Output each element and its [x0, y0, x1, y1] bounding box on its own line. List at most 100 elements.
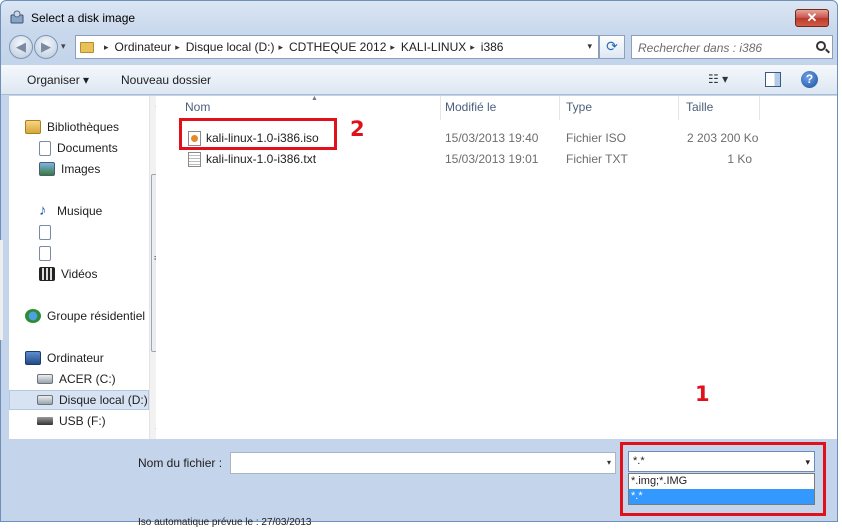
highlight-box-iso-file: [179, 118, 337, 150]
filename-dropdown-icon[interactable]: ▾: [607, 458, 611, 467]
back-arrow-icon: ◀: [16, 39, 26, 54]
content-area: Bibliothèques Documents Images ♪ Musique: [9, 95, 837, 439]
search-placeholder: Rechercher dans : i386: [638, 41, 763, 55]
column-divider[interactable]: [440, 96, 441, 120]
music-icon: ♪: [39, 201, 47, 219]
sort-ascending-icon: ▲: [311, 95, 318, 102]
column-header-size[interactable]: Taille: [686, 100, 713, 114]
address-dropdown-icon[interactable]: ▾: [587, 41, 592, 52]
sidebar-item-label: Vidéos: [61, 267, 98, 281]
annotation-marker-1: 1: [695, 382, 710, 406]
sidebar-item-documents[interactable]: Documents: [39, 138, 118, 158]
sidebar-item-acer-c[interactable]: ACER (C:): [37, 369, 116, 389]
forward-arrow-icon: ▶: [41, 39, 51, 54]
filename-input[interactable]: ▾: [230, 452, 616, 474]
breadcrumb-separator-icon[interactable]: ▸: [175, 42, 180, 53]
document-icon: [39, 245, 51, 261]
address-bar[interactable]: ▸ Ordinateur ▸ Disque local (D:) ▸ CDTHE…: [75, 35, 599, 59]
sidebar-item-label: Images: [61, 162, 101, 176]
window-title: Select a disk image: [31, 11, 136, 25]
column-header-name[interactable]: Nom: [185, 100, 210, 114]
forward-button[interactable]: ▶: [34, 35, 58, 59]
breadcrumb-label: Disque local (D:): [185, 40, 275, 54]
breadcrumb-label: KALI-LINUX: [400, 40, 467, 54]
search-input[interactable]: Rechercher dans : i386: [631, 35, 833, 59]
column-divider[interactable]: [759, 96, 760, 120]
breadcrumb-cdtheque[interactable]: CDTHEQUE 2012 ▸: [289, 40, 401, 54]
file-size: 2 203 200 Ko: [687, 131, 759, 145]
search-icon[interactable]: [816, 41, 826, 51]
recent-locations-dropdown-icon[interactable]: ▾: [61, 41, 66, 52]
breadcrumb-label: CDTHEQUE 2012: [289, 40, 387, 54]
sidebar-item-label: ACER (C:): [59, 372, 116, 386]
folder-icon: [80, 41, 94, 53]
drive-icon: [37, 374, 53, 384]
help-icon[interactable]: ?: [801, 71, 818, 88]
breadcrumb-disque-local[interactable]: Disque local (D:) ▸: [186, 40, 289, 54]
navigation-bar: ◀ ▶ ▾ ▸ Ordinateur ▸ Disque local (D:) ▸…: [7, 34, 833, 60]
breadcrumb-label: Ordinateur: [114, 40, 172, 54]
sidebar-item-label: Bibliothèques: [47, 120, 120, 134]
column-header-modified[interactable]: Modifié le: [445, 100, 496, 114]
document-icon: [39, 224, 51, 240]
sidebar-item-musique[interactable]: ♪ Musique: [39, 201, 102, 221]
highlight-box-file-filter: [620, 442, 826, 516]
column-divider[interactable]: [678, 96, 679, 120]
text-file-icon: [188, 152, 201, 167]
sidebar-item-groupe-residentiel[interactable]: Groupe résidentiel: [25, 306, 145, 326]
sidebar-item-disque-local-d[interactable]: Disque local (D:): [9, 390, 149, 410]
sidebar-item-obscured[interactable]: [39, 243, 57, 263]
sidebar-item-obscured[interactable]: [39, 222, 57, 242]
refresh-icon: ⟳: [606, 38, 618, 54]
app-icon: [10, 10, 24, 24]
breadcrumb-kali-linux[interactable]: KALI-LINUX ▸: [401, 40, 481, 54]
sidebar-item-usb-f[interactable]: USB (F:): [37, 411, 106, 431]
scroll-up-icon[interactable]: ▲: [154, 100, 156, 109]
file-type: Fichier ISO: [566, 131, 627, 145]
organise-menu-button[interactable]: Organiser ▾: [27, 73, 89, 87]
scrollbar-thumb[interactable]: ≡: [151, 174, 156, 352]
breadcrumb-i386[interactable]: i386: [481, 40, 504, 54]
breadcrumb-separator-icon[interactable]: ▸: [470, 42, 475, 53]
breadcrumb-label: i386: [480, 40, 504, 54]
sidebar-item-label: Disque local (D:): [59, 393, 148, 407]
breadcrumb-separator-icon[interactable]: ▸: [278, 42, 283, 53]
sidebar-item-videos[interactable]: Vidéos: [39, 264, 97, 284]
sidebar-item-bibliotheques[interactable]: Bibliothèques: [25, 117, 119, 137]
back-button[interactable]: ◀: [9, 35, 33, 59]
sidebar-item-label: USB (F:): [59, 414, 106, 428]
command-toolbar: Organiser ▾ Nouveau dossier ☷ ▾ ?: [1, 64, 837, 95]
view-options-icon[interactable]: ☷ ▾: [708, 72, 728, 86]
preview-pane-icon[interactable]: [765, 72, 781, 87]
library-icon: [25, 120, 41, 134]
usb-drive-icon: [37, 417, 53, 425]
column-header-type[interactable]: Type: [566, 100, 592, 114]
new-folder-button[interactable]: Nouveau dossier: [121, 73, 211, 87]
refresh-button[interactable]: ⟳: [599, 35, 625, 59]
breadcrumb-separator-icon[interactable]: ▸: [390, 42, 395, 53]
navigation-pane: Bibliothèques Documents Images ♪ Musique: [9, 96, 156, 439]
sidebar-item-label: Documents: [57, 141, 118, 155]
video-icon: [39, 267, 55, 281]
file-type: Fichier TXT: [566, 152, 628, 166]
drive-icon: [37, 395, 53, 405]
close-button[interactable]: ✕: [795, 9, 829, 27]
breadcrumb-separator-icon[interactable]: ▸: [104, 42, 109, 53]
scroll-grip-icon: ≡: [154, 253, 156, 263]
sidebar-item-label: Musique: [57, 204, 103, 218]
filename-label: Nom du fichier :: [138, 456, 223, 470]
file-modified: 15/03/2013 19:01: [445, 152, 539, 166]
breadcrumb-ordinateur[interactable]: Ordinateur ▸: [115, 40, 186, 54]
document-icon: [39, 140, 51, 156]
column-divider[interactable]: [559, 96, 560, 120]
file-row[interactable]: kali-linux-1.0-i386.txt 15/03/2013 19:01…: [168, 150, 837, 168]
close-icon: ✕: [806, 10, 818, 25]
navigation-scrollbar[interactable]: ▲ ≡ ▼: [149, 96, 156, 439]
background-text: Iso automatique prévue le : 27/03/2013: [138, 517, 312, 528]
sidebar-item-label: Groupe résidentiel: [47, 309, 146, 323]
scroll-down-icon[interactable]: ▼: [154, 426, 156, 435]
file-size: 1 Ko: [727, 152, 752, 166]
sidebar-item-ordinateur[interactable]: Ordinateur: [25, 348, 104, 368]
background-window-edge: [0, 240, 3, 340]
sidebar-item-images[interactable]: Images: [39, 159, 100, 179]
